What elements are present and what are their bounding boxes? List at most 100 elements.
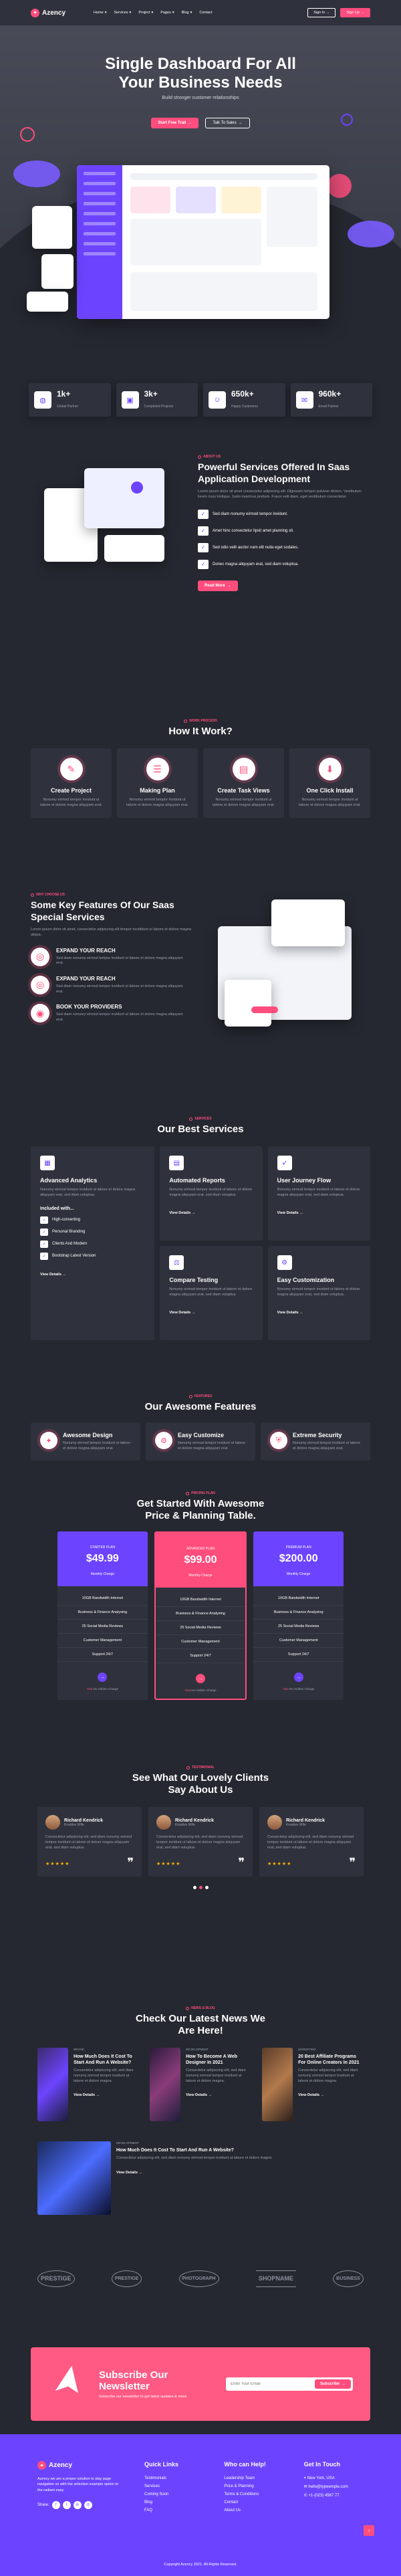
view-details-link[interactable]: View Details → — [277, 1311, 303, 1315]
news-card[interactable]: BRAND How Much Does It Cost To Start And … — [37, 2048, 139, 2121]
news-image — [150, 2048, 181, 2121]
view-details-link[interactable]: View Details → — [298, 2093, 324, 2097]
footer-link[interactable]: Testimonials — [144, 2474, 204, 2482]
view-details-link[interactable]: View Details → — [116, 2171, 142, 2175]
choose-plan-button[interactable]: → — [196, 1674, 205, 1683]
choose-plan-button[interactable]: → — [293, 1673, 303, 1682]
view-details-link[interactable]: View Details → — [186, 2093, 212, 2097]
about-section: ABOUT US Powerful Services Offered In Sa… — [0, 455, 401, 591]
view-details-link[interactable]: View Details → — [169, 1211, 195, 1215]
footer-link[interactable]: Coming Soon — [144, 2490, 204, 2498]
logo[interactable]: ✦ Azency — [31, 8, 65, 17]
awesome-kicker: Features — [0, 1394, 401, 1398]
menu-pages[interactable]: Pages ▾ — [160, 11, 174, 15]
footer-logo[interactable]: ✦ Azency — [37, 2461, 124, 2470]
service-card-testing: ⚖ Compare Testing Nonumy eirmod tempor inv… — [160, 1246, 263, 1340]
view-details-link[interactable]: View Details → — [40, 1273, 66, 1277]
footer-link[interactable]: Contact — [224, 2498, 283, 2506]
pricing-card-starter: STARTER PLAN $49.99 Monthly Charge 10GB Ban… — [57, 1531, 148, 1700]
task-icon: ▤ — [232, 758, 255, 780]
mail-icon: ✉ — [303, 2485, 307, 2490]
signup-button[interactable]: Sign Up → — [340, 8, 370, 17]
footer-link[interactable]: FAQ — [144, 2506, 204, 2514]
news-card[interactable]: DEVELOPMENT How To Become A Web Designer … — [150, 2048, 251, 2121]
customize-icon: ⚙ — [155, 1432, 172, 1449]
check-icon: ✓ — [198, 559, 209, 569]
instagram-icon[interactable]: ◎ — [84, 2500, 92, 2509]
menu-home[interactable]: Home ▾ — [94, 11, 106, 15]
footer-link[interactable]: About Us — [224, 2506, 283, 2514]
location-icon: ⌖ — [303, 2476, 307, 2480]
news-card[interactable]: MARKETING 20 Best Affiliate Programs For … — [262, 2048, 364, 2121]
news-image — [37, 2141, 111, 2215]
testimonial-card: Richard Kendrick Kreative Wife Consectetur… — [259, 1807, 364, 1876]
brand-logo: BUSINESS — [333, 2270, 364, 2287]
footer-email[interactable]: ✉ hello@typeemple.com — [304, 2483, 364, 2492]
process-kicker: Work Process — [0, 719, 401, 723]
services-section: Services Our Best Services ▦ Advanced An… — [0, 1117, 401, 1340]
check-icon: ✓ — [198, 542, 209, 552]
footer-link[interactable]: Price & Planning — [224, 2482, 283, 2490]
menu-project[interactable]: Project ▾ — [138, 11, 153, 15]
check-icon: ✓ — [198, 509, 209, 519]
footer-phone[interactable]: ✆ +1-(023) 4567 77 — [304, 2492, 364, 2500]
talk-sales-button[interactable]: Talk To Sales → — [205, 118, 250, 128]
rating-stars: ★★★★★ — [267, 1861, 292, 1866]
menu-services[interactable]: Services ▾ — [114, 11, 131, 15]
footer-link[interactable]: Blog — [144, 2498, 204, 2506]
menu-blog[interactable]: Blog ▾ — [182, 11, 192, 15]
decor-ring-icon — [341, 114, 353, 126]
service-card-journey: ➶ User Journey Flow Nonumy eirmod tempor i… — [267, 1146, 370, 1241]
awesome-card: ⛨ Extreme Security Nonumy eirmod tempor in… — [261, 1422, 370, 1461]
read-more-button[interactable]: Read More → — [198, 580, 238, 591]
feature-item: ◉ BOOK YOUR PROVIDERS Sed diam nonumy eirm… — [31, 1004, 191, 1023]
quote-icon: ❞ — [238, 1855, 245, 1869]
check-icon: ✓ — [198, 526, 209, 536]
pricing-title: Get Started With Awesome Price & Planning… — [136, 1498, 265, 1521]
decor-blob-right-icon — [348, 221, 394, 247]
menu-contact[interactable]: Contact — [199, 11, 212, 15]
footer-address: ⌖ New York, USA — [303, 2476, 335, 2480]
reach-icon: ◎ — [31, 975, 49, 994]
features-illustration — [211, 893, 370, 1047]
testing-icon: ⚖ — [169, 1255, 184, 1270]
signin-button[interactable]: Sign In → — [307, 8, 336, 17]
awesome-card: ✦ Awesome Design Nonumy eirmod tempor invi… — [31, 1422, 140, 1461]
choose-plan-button[interactable]: → — [98, 1673, 108, 1682]
quote-icon: ❞ — [127, 1855, 134, 1869]
linkedin-icon[interactable]: in — [73, 2500, 82, 2509]
news-card[interactable]: DEVELOPMENT How Much Does It Cost To Star… — [37, 2141, 364, 2215]
hero-subtitle: Build stronger customer relationships — [162, 96, 239, 100]
project-icon: ✎ — [59, 758, 83, 780]
brand-logo: PRESTIGE — [111, 2270, 142, 2287]
view-details-link[interactable]: View Details → — [277, 1211, 303, 1215]
pricing-card-premium: PREMIUM PLAN $200.00 Monthly Charge 10GB Ba… — [253, 1531, 344, 1700]
rating-stars: ★★★★★ — [156, 1861, 181, 1866]
newsletter-desc: Subscribe our newsletter to get latest u… — [99, 2395, 187, 2399]
footer-link[interactable]: Terms & Conditions — [224, 2490, 283, 2498]
briefcase-icon: ▣ — [121, 391, 139, 409]
logo-icon: ✦ — [31, 8, 39, 17]
brand-logo: SHOPNAME — [255, 2270, 296, 2287]
footer-link[interactable]: Services — [144, 2482, 204, 2490]
start-trial-button[interactable]: Start Free Trail → — [151, 118, 199, 128]
awesome-title: Our Awesome Features — [144, 1401, 257, 1412]
process-title: How It Work? — [168, 726, 233, 737]
view-details-link[interactable]: View Details → — [74, 2093, 100, 2097]
subscribe-button[interactable]: Subscribe → — [314, 2379, 351, 2389]
service-card-analytics: ▦ Advanced Analytics Nonumy eirmod tempo… — [31, 1146, 155, 1340]
view-details-link[interactable]: View Details → — [169, 1311, 195, 1315]
scroll-top-button[interactable]: ↑ — [364, 2525, 374, 2536]
twitter-icon[interactable]: t — [62, 2500, 71, 2509]
news-title: Check Our Latest News We Are Here! — [136, 2013, 265, 2036]
facebook-icon[interactable]: f — [51, 2500, 60, 2509]
phone-icon: ✆ — [303, 2494, 307, 2498]
email-input[interactable] — [228, 2379, 315, 2389]
stat-item: ✉ 960k+ Email Partner — [290, 383, 372, 417]
footer-link[interactable]: Leadership Team — [224, 2474, 283, 2482]
newsletter-section: Subscribe Our Newsletter Subscribe our ne… — [0, 2347, 401, 2421]
features-section: WHY CHOOSE US Some Key Features Of Our S… — [0, 893, 401, 1047]
customize-icon: ⚙ — [277, 1255, 292, 1270]
plan-icon: ☰ — [146, 758, 169, 780]
carousel-dots[interactable] — [0, 1885, 401, 1889]
